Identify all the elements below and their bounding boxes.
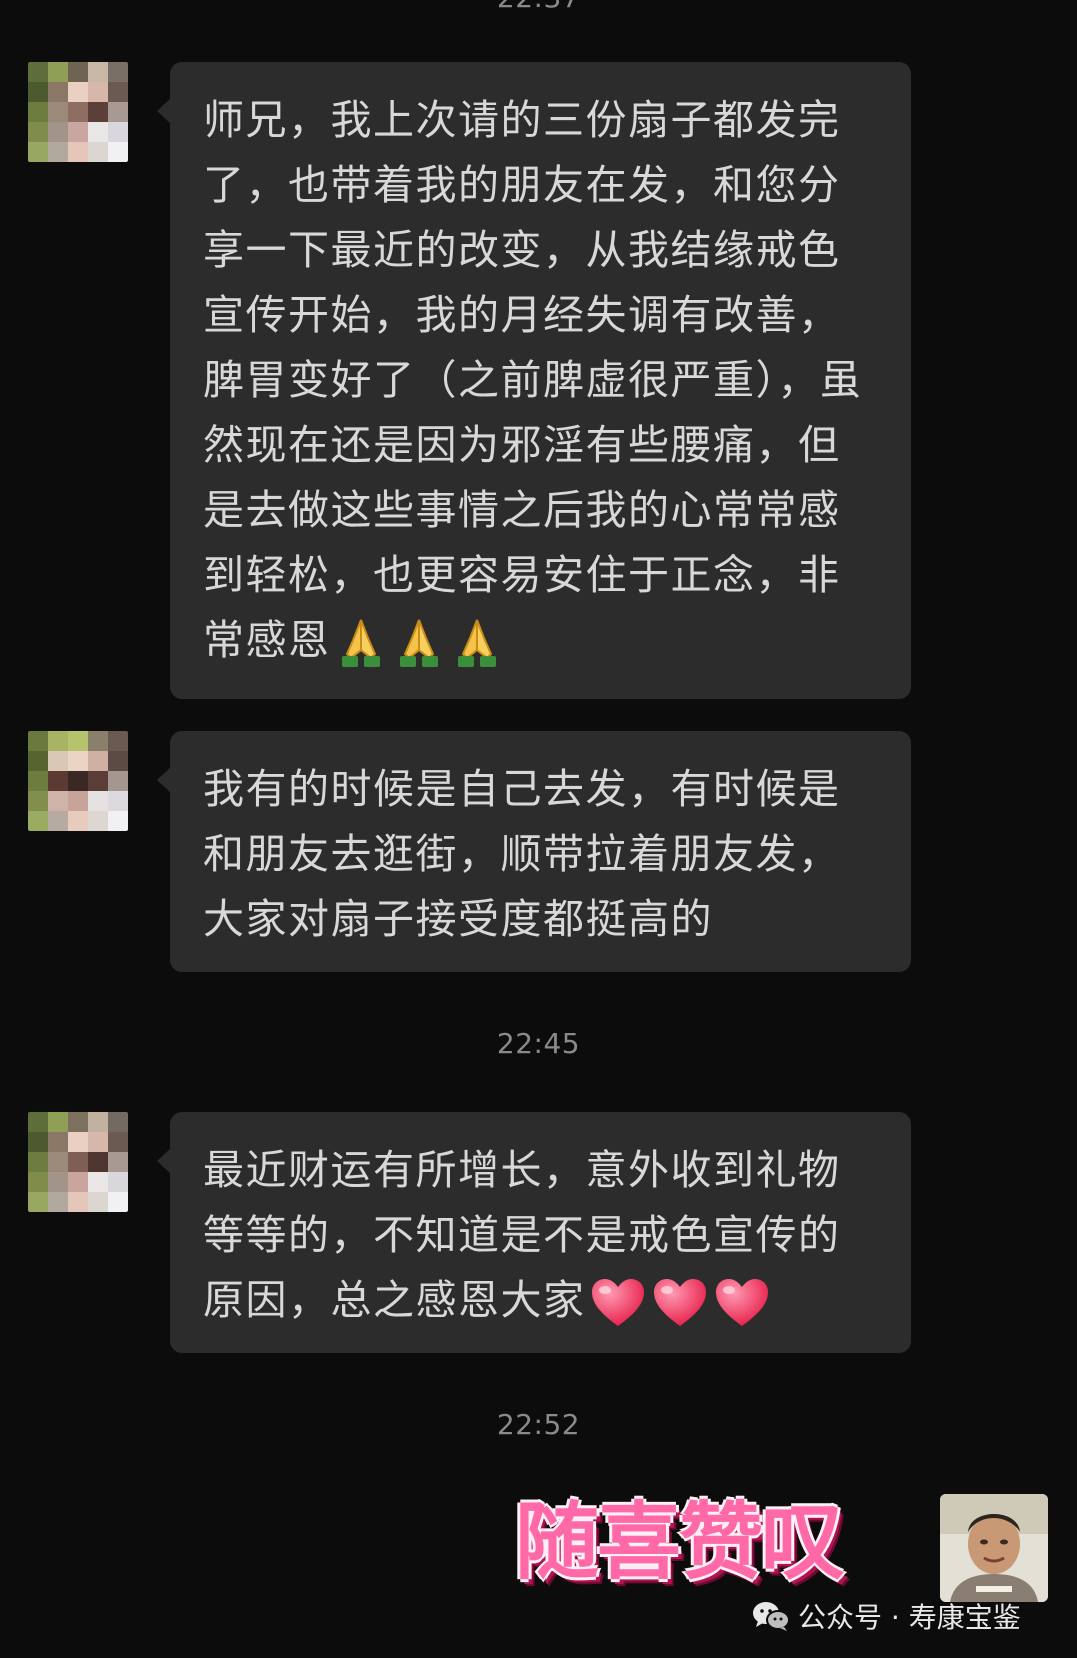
avatar[interactable]: [28, 1112, 128, 1212]
folded-hands-icon: [331, 616, 505, 667]
avatar[interactable]: [28, 62, 128, 162]
timestamp: 22:37: [0, 0, 1077, 14]
timestamp: 22:52: [496, 1408, 581, 1441]
timestamp: 22:45: [496, 1027, 581, 1060]
message-text: 师兄，我上次请的三份扇子都发完了，也带着我的朋友在发，和您分享一下最近的改变，从…: [203, 96, 863, 664]
heart-icon: [586, 1276, 772, 1326]
chat-screen: 22:37 师兄，我上次请的三份扇子都发完了，也带着我的朋友在发，和您分享一下最…: [0, 0, 1077, 1658]
sticker-text: 随喜赞叹: [515, 1492, 845, 1591]
watermark: 公众号 · 寿康宝鉴: [752, 1596, 1021, 1636]
avatar[interactable]: [28, 731, 128, 831]
message-text: 我有的时候是自己去发，有时候是和朋友去逛街，顺带拉着朋友发，大家对扇子接受度都挺…: [203, 765, 841, 943]
watermark-text: 公众号 · 寿康宝鉴: [798, 1601, 1021, 1634]
sticker-message[interactable]: 随喜赞叹: [515, 1492, 895, 1592]
message-bubble[interactable]: 师兄，我上次请的三份扇子都发完了，也带着我的朋友在发，和您分享一下最近的改变，从…: [157, 62, 911, 699]
message-bubble[interactable]: 我有的时候是自己去发，有时候是和朋友去逛街，顺带拉着朋友发，大家对扇子接受度都挺…: [157, 731, 911, 972]
self-avatar[interactable]: [940, 1494, 1048, 1602]
message-bubble[interactable]: 最近财运有所增长，意外收到礼物等等的，不知道是不是戒色宣传的原因，总之感恩大家: [157, 1112, 911, 1353]
wechat-icon: [753, 1602, 790, 1631]
